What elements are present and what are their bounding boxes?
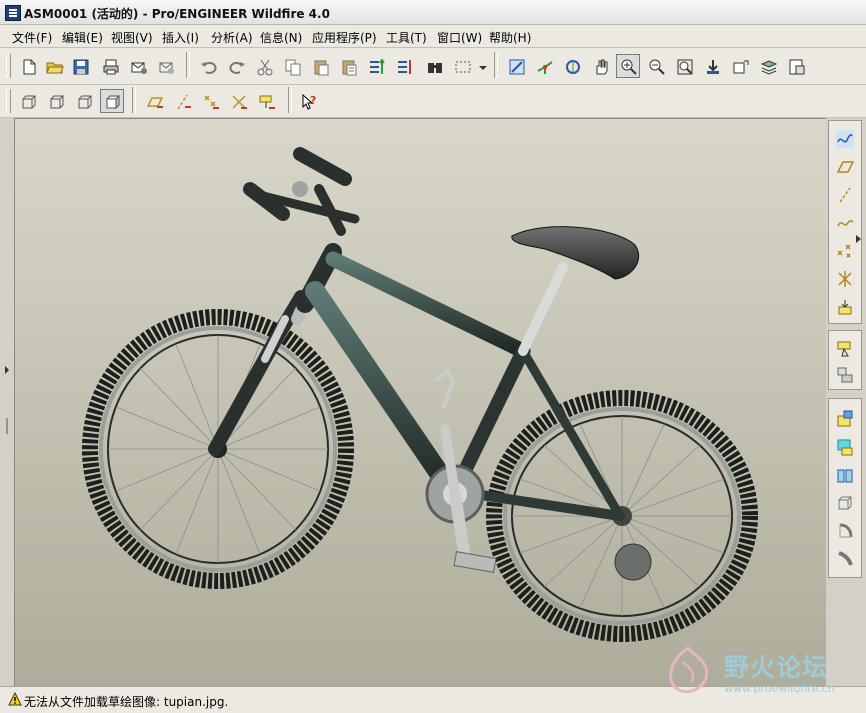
sketch-view-icon[interactable] [504, 54, 528, 78]
datum-plane-icon[interactable] [833, 155, 857, 179]
spin-center-icon[interactable] [532, 54, 556, 78]
menu-info[interactable]: 信息(N) [260, 29, 302, 46]
toolbar-separator [186, 52, 190, 78]
orient-mode-icon[interactable] [560, 54, 584, 78]
watermark-logo-icon [669, 646, 709, 694]
standard-toolbar [0, 48, 866, 85]
forum-watermark: 野火论坛 www.proewildfire.cn [656, 640, 866, 706]
save-icon[interactable] [68, 54, 92, 78]
datum-toolbar-group [828, 120, 862, 324]
datum-curve-icon[interactable] [833, 211, 857, 235]
mirror-icon[interactable] [833, 463, 857, 487]
feature-toolbar [826, 118, 866, 686]
app-icon [5, 5, 21, 21]
regen-manager-icon[interactable] [392, 54, 416, 78]
print-icon[interactable] [98, 54, 122, 78]
menu-view[interactable]: 视图(V) [111, 29, 153, 46]
handlebar [243, 147, 360, 236]
zoom-in-icon[interactable] [616, 54, 640, 78]
wireframe-icon[interactable] [16, 89, 40, 113]
menu-tools[interactable]: 工具(T) [386, 29, 427, 46]
menu-applications[interactable]: 应用程序(P) [312, 29, 377, 46]
view-manager-icon[interactable] [784, 54, 808, 78]
revolve-icon[interactable] [833, 519, 857, 543]
hidden-line-icon[interactable] [44, 89, 68, 113]
zoom-out-icon[interactable] [644, 54, 668, 78]
navigator-collapse-strip[interactable] [0, 118, 14, 686]
datum-axis-icon[interactable] [833, 183, 857, 207]
copy-icon[interactable] [280, 54, 304, 78]
shading-icon[interactable] [100, 89, 124, 113]
datum-plane-display-icon[interactable] [142, 89, 166, 113]
toolbar-separator [494, 52, 498, 78]
menu-bar: 文件(F) 编辑(E) 视图(V) 插入(I) 分析(A) 信息(N) 应用程序… [0, 25, 866, 48]
redo-icon[interactable] [224, 54, 248, 78]
toolbar-grip[interactable] [6, 54, 11, 78]
paste-special-icon[interactable] [336, 54, 360, 78]
csys-display-icon[interactable] [226, 89, 250, 113]
watermark-url: www.proewildfire.cn [724, 682, 835, 695]
paste-icon[interactable] [308, 54, 332, 78]
reorient-icon[interactable] [700, 54, 724, 78]
svg-text:?: ? [310, 94, 316, 107]
bicycle-model[interactable] [15, 119, 827, 687]
analysis-feature-icon[interactable] [833, 295, 857, 319]
no-hidden-icon[interactable] [72, 89, 96, 113]
graphics-window[interactable] [14, 118, 828, 688]
menu-edit[interactable]: 编辑(E) [62, 29, 103, 46]
status-message: 无法从文件加载草绘图像: tupian.jpg. [24, 695, 229, 709]
toolbar-separator [132, 87, 136, 113]
annotation-display-icon[interactable] [254, 89, 278, 113]
warning-icon [8, 692, 22, 706]
sweep-icon[interactable] [833, 547, 857, 571]
mail-attach-icon[interactable] [154, 54, 178, 78]
datum-axis-display-icon[interactable] [170, 89, 194, 113]
open-folder-icon[interactable] [42, 54, 66, 78]
extrude-icon[interactable] [833, 491, 857, 515]
context-help-icon[interactable]: ? [296, 89, 320, 113]
menu-analysis[interactable]: 分析(A) [211, 29, 253, 46]
component-placement-icon[interactable] [833, 407, 857, 431]
menu-window[interactable]: 窗口(W) [437, 29, 482, 46]
toolbar-separator [288, 87, 292, 113]
undo-icon[interactable] [196, 54, 220, 78]
datum-csys-icon[interactable] [833, 267, 857, 291]
send-mail-icon[interactable] [126, 54, 150, 78]
cut-icon[interactable] [252, 54, 276, 78]
new-file-icon[interactable] [16, 54, 40, 78]
toolbar-grip[interactable] [6, 89, 11, 113]
selection-box-icon[interactable] [450, 54, 474, 78]
component-create-icon[interactable] [833, 435, 857, 459]
datum-curve-sketch-icon[interactable] [833, 127, 857, 151]
create-component-icon[interactable] [833, 363, 857, 387]
datum-point-display-icon[interactable] [198, 89, 222, 113]
layers-icon[interactable] [756, 54, 780, 78]
find-icon[interactable] [422, 54, 446, 78]
refit-icon[interactable] [672, 54, 696, 78]
assemble-component-icon[interactable] [833, 337, 857, 361]
dropdown-arrow-icon[interactable] [474, 54, 488, 78]
menu-help[interactable]: 帮助(H) [489, 29, 531, 46]
menu-file[interactable]: 文件(F) [12, 29, 52, 46]
display-toolbar: ? [0, 85, 866, 118]
saved-views-icon[interactable] [728, 54, 752, 78]
regenerate-icon[interactable] [364, 54, 388, 78]
window-title: ASM0001 (活动的) - Pro/ENGINEER Wildfire 4.… [24, 7, 330, 21]
component-toolbar-group [828, 330, 862, 390]
feature-toolbar-group [828, 398, 862, 578]
bottle-cage [433, 367, 456, 410]
watermark-text: 野火论坛 [724, 653, 829, 682]
menu-insert[interactable]: 插入(I) [162, 29, 199, 46]
title-bar: ASM0001 (活动的) - Pro/ENGINEER Wildfire 4.… [0, 0, 866, 25]
saddle [511, 226, 640, 280]
pan-hand-icon[interactable] [588, 54, 612, 78]
expand-arrow-icon[interactable] [854, 234, 864, 244]
